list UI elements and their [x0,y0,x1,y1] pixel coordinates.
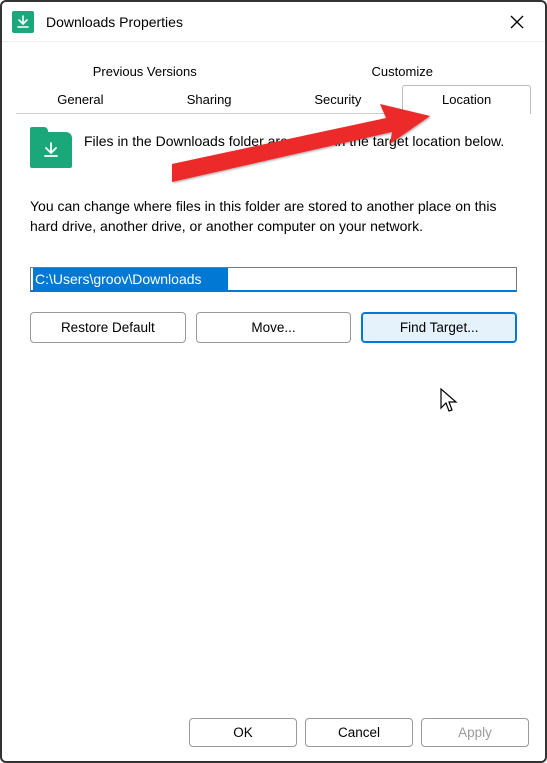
cancel-button[interactable]: Cancel [305,718,413,747]
move-button[interactable]: Move... [196,312,352,343]
cursor-icon [440,388,460,414]
find-target-button[interactable]: Find Target... [361,312,517,343]
tab-row-bottom: General Sharing Security Location [16,84,531,113]
tab-customize[interactable]: Customize [274,57,532,85]
location-buttons: Restore Default Move... Find Target... [30,312,517,343]
window-title: Downloads Properties [46,14,499,30]
ok-button[interactable]: OK [189,718,297,747]
info-text: Files in the Downloads folder are stored… [84,132,517,152]
close-icon [510,15,524,29]
tabs-container: Previous Versions Customize General Shar… [16,56,531,114]
content-area: Previous Versions Customize General Shar… [2,42,545,363]
tab-previous-versions[interactable]: Previous Versions [16,57,274,85]
tab-body-location: Files in the Downloads folder are stored… [16,114,531,363]
downloads-large-icon [30,132,72,168]
tab-sharing[interactable]: Sharing [145,85,274,114]
tab-security[interactable]: Security [274,85,403,114]
apply-button[interactable]: Apply [421,718,529,747]
explain-text: You can change where files in this folde… [30,196,517,237]
title-bar: Downloads Properties [2,2,545,42]
downloads-folder-icon [12,11,34,33]
tab-general[interactable]: General [16,85,145,114]
info-row: Files in the Downloads folder are stored… [30,132,517,168]
path-input[interactable] [30,267,517,292]
close-button[interactable] [499,4,535,40]
tab-location[interactable]: Location [402,85,531,114]
tab-row-top: Previous Versions Customize [16,56,531,84]
dialog-footer-buttons: OK Cancel Apply [189,718,529,747]
restore-default-button[interactable]: Restore Default [30,312,186,343]
